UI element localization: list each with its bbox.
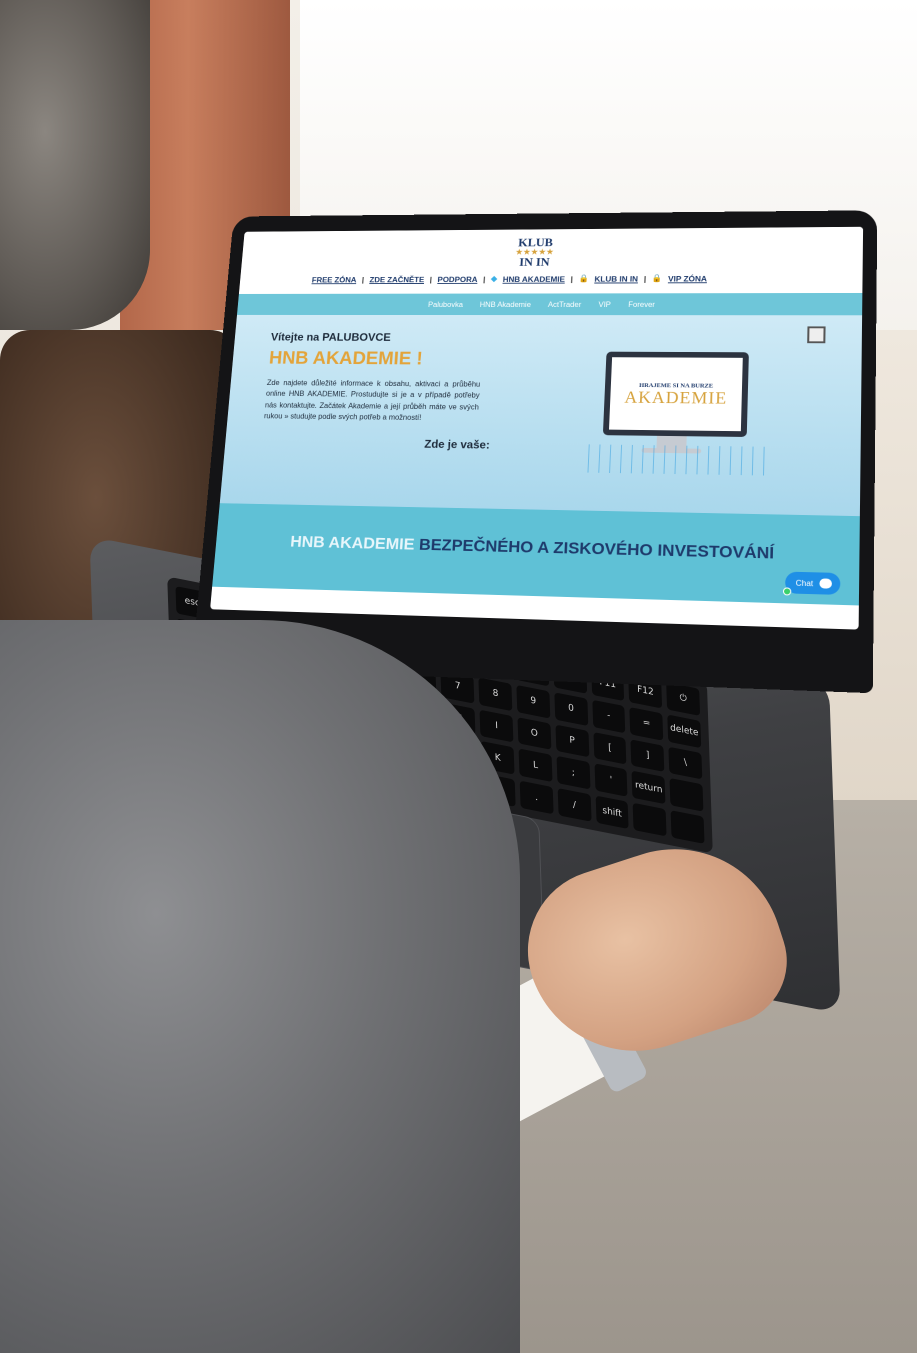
keyboard-key[interactable]: [ [593, 732, 627, 765]
keyboard-key[interactable]: \ [669, 746, 703, 779]
akademie-monitor-image: HRAJEME SI NA BURZE AKADEMIE [603, 352, 749, 437]
separator: | [430, 275, 433, 284]
welcome-heading: Vítejte na PALUBOVCE [270, 331, 862, 345]
keyboard-key[interactable] [670, 778, 704, 811]
keyboard-key[interactable]: I [480, 709, 514, 742]
photo-scene: escF1F2F3F4F5F6F7F8F9F10F11F12⏻~12345678… [0, 0, 917, 1353]
banner-accent: HNB AKADEMIE [290, 533, 415, 554]
keyboard-key[interactable] [633, 803, 667, 836]
keyboard-key[interactable]: - [592, 700, 626, 733]
online-dot [783, 587, 791, 595]
monitor-big-text: AKADEMIE [624, 388, 727, 406]
nav-palubovka[interactable]: Palubovka [428, 300, 463, 308]
site-header: KLUB ★★★★★ IN IN FREE ZÓNA | ZDE ZAČNĚTE… [239, 227, 863, 294]
nav-vip[interactable]: VIP [598, 300, 611, 308]
nav-hnb-akademie[interactable]: HNB Akademie [480, 300, 532, 308]
banner-title: HNB AKADEMIE BEZPEČNÉHO A ZISKOVÉHO INVE… [290, 533, 775, 564]
keyboard-key[interactable] [671, 810, 705, 843]
laptop-lid: KLUB ★★★★★ IN IN FREE ZÓNA | ZDE ZAČNĚTE… [192, 210, 878, 693]
user-avatar[interactable] [807, 326, 825, 343]
hero-text: Zde najdete důležité informace k obsahu,… [264, 378, 481, 425]
logo-top-text: KLUB [507, 236, 564, 248]
link-hnb-akademie[interactable]: HNB AKADEMIE [503, 274, 566, 283]
klub-in-in-logo[interactable]: KLUB ★★★★★ IN IN [506, 236, 564, 268]
keyboard-key[interactable]: return [632, 771, 666, 804]
lock-icon: 🔒 [578, 274, 589, 284]
chat-label: Chat [796, 578, 814, 587]
keyboard-key[interactable]: P [555, 724, 589, 757]
keyboard-key[interactable]: 0 [554, 692, 588, 725]
link-free-zona[interactable]: FREE ZÓNA [312, 275, 357, 284]
separator: | [362, 275, 365, 284]
man-head [0, 0, 150, 330]
diamond-icon: ◆ [491, 274, 498, 284]
separator: | [644, 274, 647, 283]
keyboard-key[interactable]: ' [594, 764, 628, 797]
link-zde-zacnete[interactable]: ZDE ZAČNĚTE [369, 275, 424, 284]
candlestick-decoration [582, 444, 772, 475]
keyboard-key[interactable]: . [520, 781, 554, 814]
top-links: FREE ZÓNA | ZDE ZAČNĚTE | PODPORA | ◆ HN… [312, 273, 806, 284]
suit-sleeve [0, 620, 520, 1353]
keyboard-key[interactable]: O [518, 717, 552, 750]
chat-button[interactable]: Chat [785, 572, 840, 595]
keyboard-key[interactable]: shift [595, 796, 629, 829]
link-klub-in-in[interactable]: KLUB IN IN [594, 274, 638, 283]
link-vip-zona[interactable]: VIP ZÓNA [668, 274, 707, 283]
keyboard-key[interactable]: ] [631, 739, 665, 772]
keyboard-key[interactable]: / [558, 788, 592, 821]
main-nav: Palubovka HNB Akademie ActTrader VIP For… [237, 293, 862, 315]
keyboard-key[interactable]: 9 [516, 685, 550, 718]
nav-acttrader[interactable]: ActTrader [548, 300, 582, 308]
hero-section: Vítejte na PALUBOVCE HNB AKADEMIE ! Zde … [220, 315, 862, 516]
laptop-screen: KLUB ★★★★★ IN IN FREE ZÓNA | ZDE ZAČNĚTE… [210, 227, 863, 630]
keyboard-key[interactable]: = [630, 707, 664, 740]
keyboard-key[interactable]: L [519, 749, 553, 782]
monitor-screen: HRAJEME SI NA BURZE AKADEMIE [609, 357, 743, 431]
keyboard-key[interactable]: ⏻ [666, 682, 700, 715]
link-podpora[interactable]: PODPORA [437, 274, 478, 283]
separator: | [570, 274, 573, 283]
separator: | [483, 274, 486, 283]
chat-bubble-icon [819, 578, 832, 588]
keyboard-key[interactable]: delete [667, 714, 701, 747]
nav-forever[interactable]: Forever [628, 300, 655, 308]
keyboard-key[interactable]: 8 [479, 677, 513, 710]
logo-bottom-text: IN IN [506, 256, 563, 268]
lock-icon: 🔒 [652, 273, 663, 283]
keyboard-key[interactable]: ; [556, 756, 590, 789]
hero-title: HNB AKADEMIE ! [268, 348, 862, 372]
akademie-banner: HNB AKADEMIE BEZPEČNÉHO A ZISKOVÉHO INVE… [212, 503, 860, 605]
banner-rest: BEZPEČNÉHO A ZISKOVÉHO INVESTOVÁNÍ [414, 535, 774, 562]
